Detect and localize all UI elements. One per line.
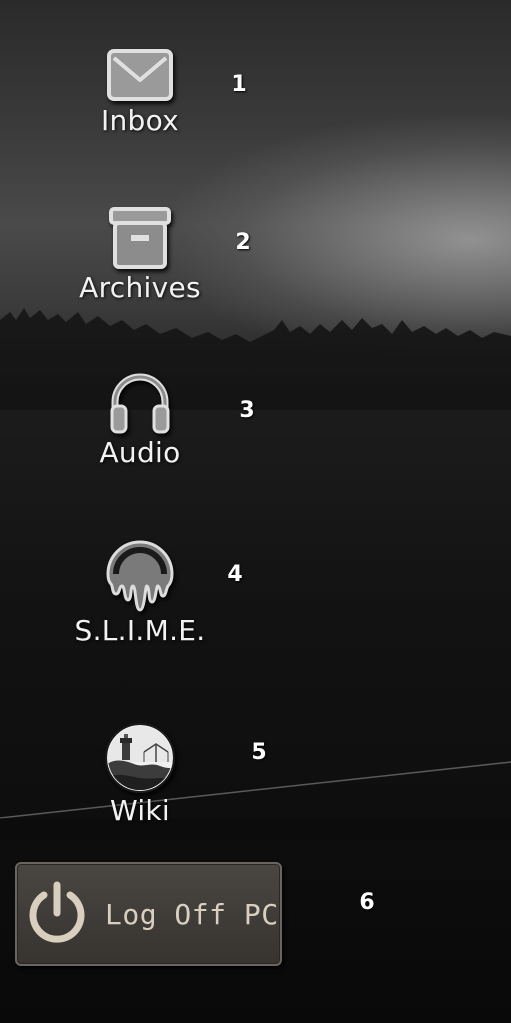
shortcut-number-3: 3 <box>239 398 255 423</box>
shortcut-number-5: 5 <box>251 740 267 765</box>
headphones-icon <box>110 373 170 434</box>
power-icon <box>29 881 85 943</box>
desktop-icon-archives[interactable]: Archives <box>40 205 240 305</box>
slime-drip-icon <box>106 540 174 612</box>
shortcut-number-2: 2 <box>235 230 251 255</box>
wiki-lighthouse-icon <box>105 723 175 793</box>
desktop-icon-wiki[interactable]: Wiki <box>40 722 240 828</box>
desktop-background: Inbox 1 Archives 2 Audio 3 S.L.I.M.E. 4 <box>0 0 511 1023</box>
slime-label: S.L.I.M.E. <box>74 614 206 647</box>
shortcut-number-1: 1 <box>231 72 247 97</box>
shortcut-number-6: 6 <box>359 890 375 915</box>
archive-box-icon <box>109 207 171 269</box>
audio-label: Audio <box>99 436 181 469</box>
wiki-label: Wiki <box>109 794 171 827</box>
log-off-label: Log Off PC <box>105 898 279 931</box>
desktop-icon-slime[interactable]: S.L.I.M.E. <box>40 534 240 648</box>
log-off-button[interactable]: Log Off PC <box>15 862 282 966</box>
inbox-label: Inbox <box>100 104 180 137</box>
archives-label: Archives <box>79 271 201 304</box>
envelope-icon <box>107 49 173 101</box>
desktop-icon-inbox[interactable]: Inbox <box>40 48 240 138</box>
desktop-icon-audio[interactable]: Audio <box>40 370 240 470</box>
shortcut-number-4: 4 <box>227 562 243 587</box>
